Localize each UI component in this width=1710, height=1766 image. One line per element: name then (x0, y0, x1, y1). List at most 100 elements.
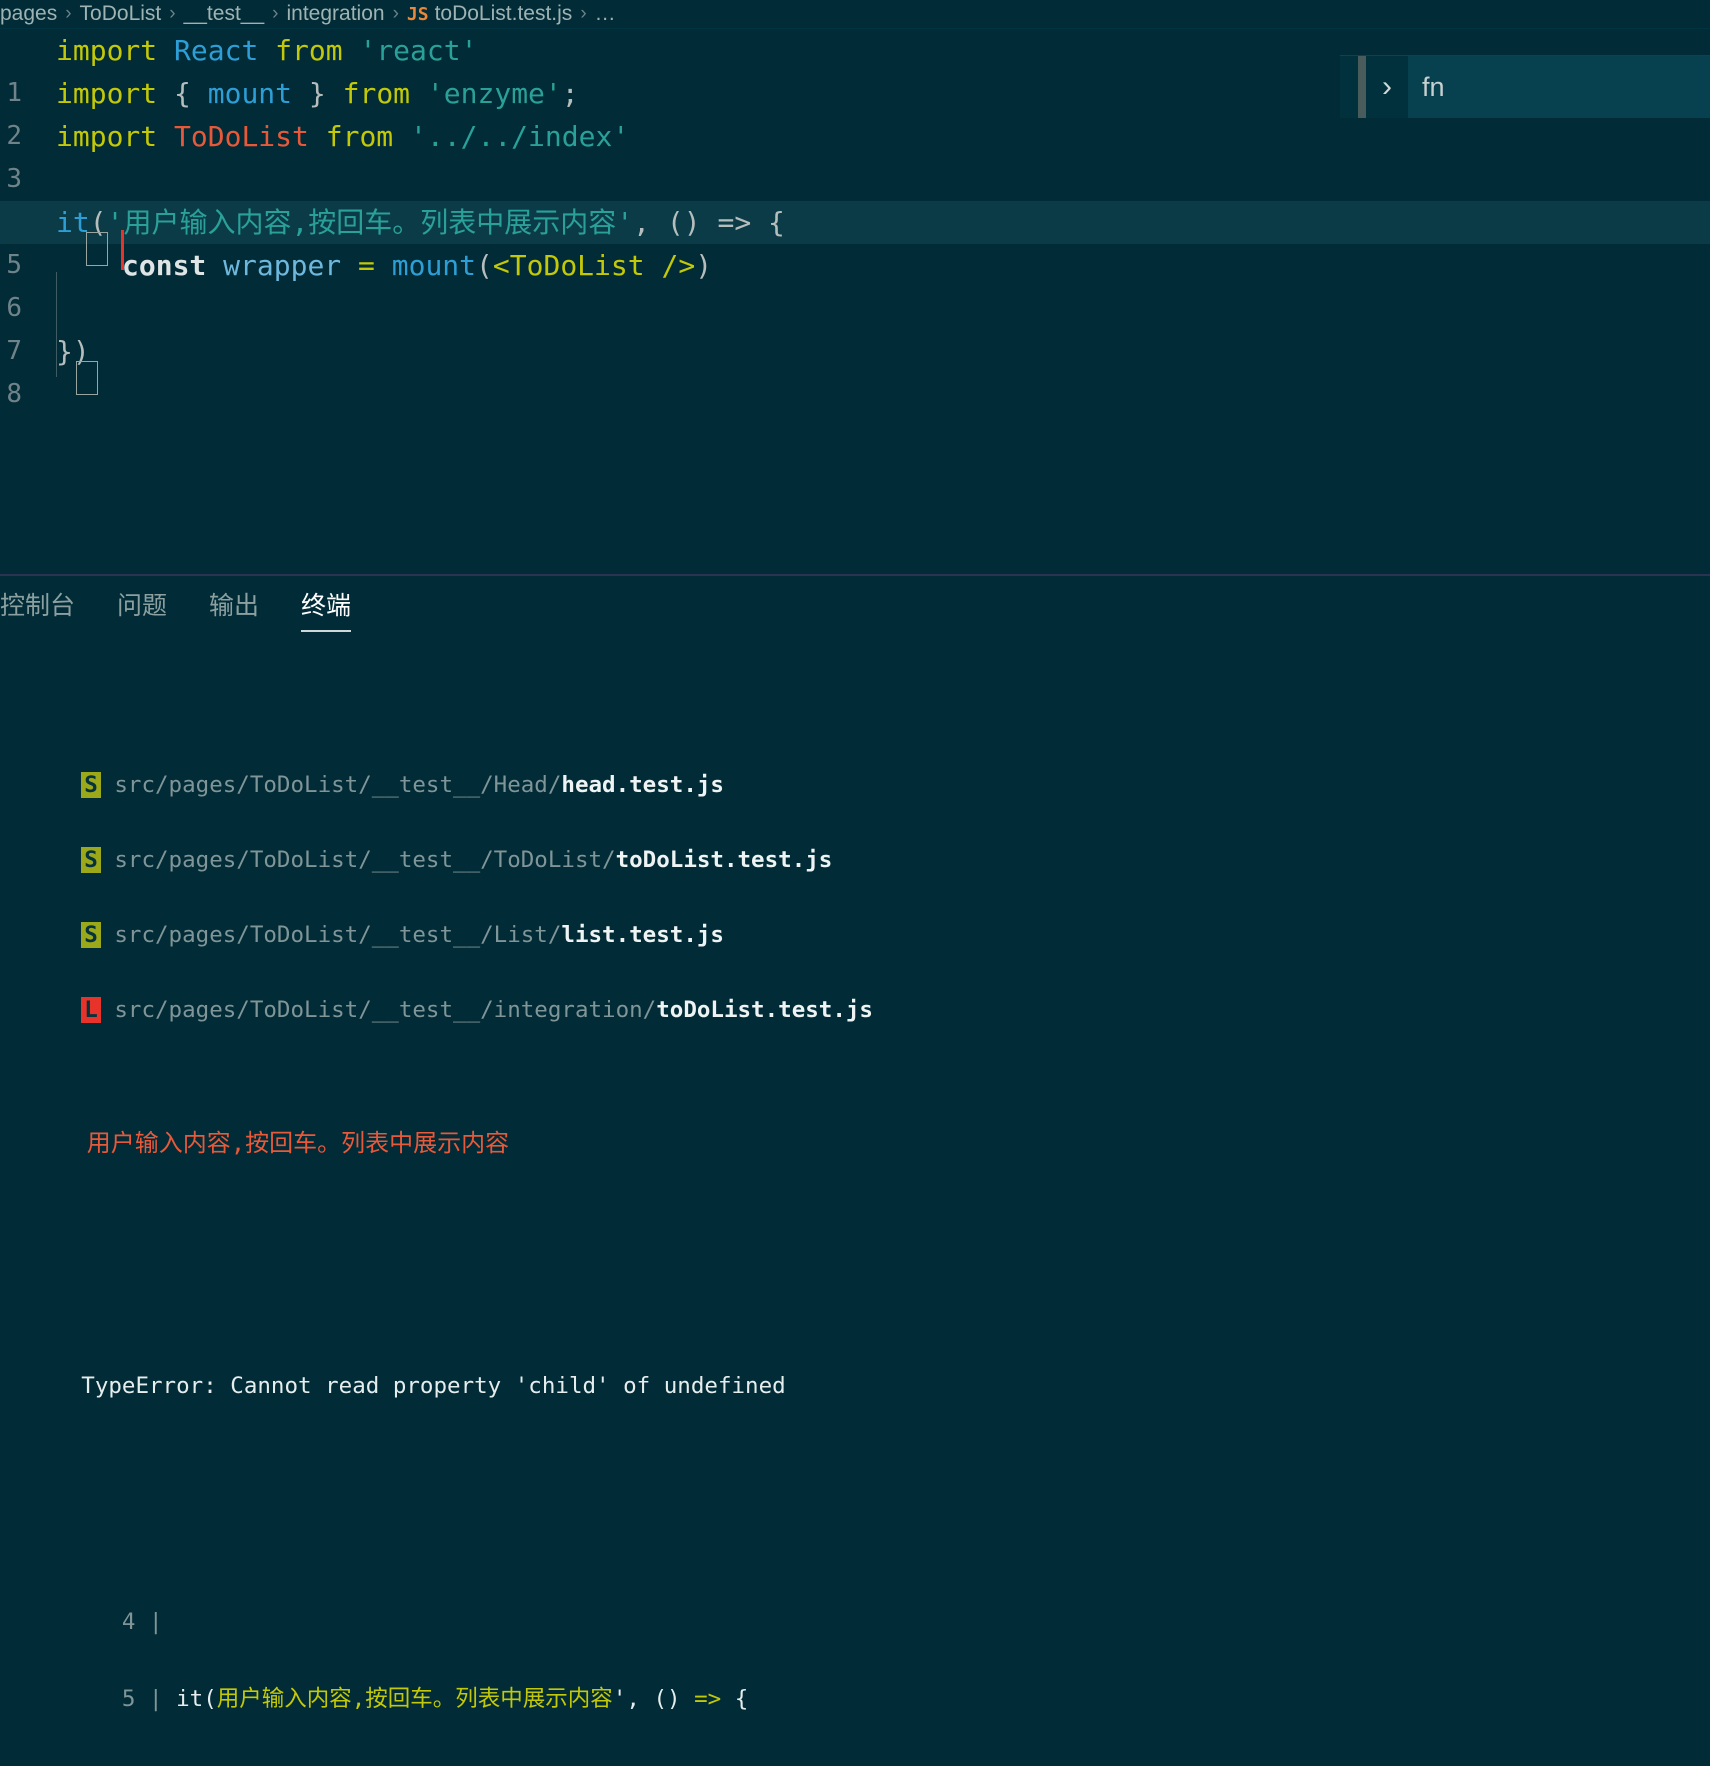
suite-file: list.test.js (561, 922, 724, 948)
token-function: it (56, 206, 90, 239)
code-frame-pipe: | (149, 1686, 163, 1712)
code-line[interactable]: 6 const wrapper = mount(<ToDoList />) (0, 244, 1710, 323)
breadcrumb-item-pages[interactable]: pages (0, 2, 57, 26)
terminal-line: S src/pages/ToDoList/__test__/List/list.… (0, 898, 1710, 948)
breadcrumb-separator-icon: › (65, 3, 72, 24)
terminal-line: S src/pages/ToDoList/__test__/Head/head.… (0, 748, 1710, 798)
code-line-active[interactable]: 5 it('用户输入内容,按回车。列表中展示内容', () => { (0, 201, 1710, 280)
token-string: '../../index' (410, 120, 630, 153)
status-badge-fail: L (81, 997, 101, 1023)
bottom-panel: 控制台 问题 输出 终端 S src/pages/ToDoList/__test… (0, 574, 1710, 1766)
line-number: 8 (6, 379, 22, 409)
panel-tab-bar[interactable]: 控制台 问题 输出 终端 (0, 576, 1710, 632)
token-function: mount (391, 249, 477, 282)
suite-path: src/pages/ToDoList/__test__/integration/ (114, 997, 657, 1023)
breadcrumb-separator-icon: › (272, 3, 279, 24)
token-punctuation: ; (561, 77, 579, 110)
token-string: 'enzyme' (426, 77, 562, 110)
status-badge-pass: S (81, 922, 101, 948)
terminal-line: TypeError: Cannot read property 'child' … (0, 1341, 1710, 1399)
code-line-content: const wrapper = mount(<ToDoList />) (122, 244, 712, 287)
token-operator: = (341, 249, 392, 282)
code-line-content: import React from 'react' (56, 29, 477, 72)
terminal-line: 4 | (0, 1582, 1710, 1635)
terminal-line: 5 | it(用户输入内容,按回车。列表中展示内容', () => { (0, 1659, 1710, 1712)
token-keyword: from (308, 120, 411, 153)
token-brace: } (56, 335, 73, 368)
breadcrumb-item-integration[interactable]: integration (286, 2, 384, 26)
code-frame-marker (81, 1686, 95, 1712)
code-frame-line-number: 4 (94, 1609, 136, 1635)
code-line[interactable]: 8 }) (0, 330, 1710, 409)
breadcrumb-item-todolist[interactable]: ToDoList (80, 2, 162, 26)
tab-problems[interactable]: 问题 (117, 586, 167, 632)
breadcrumb-separator-icon: › (169, 3, 176, 24)
token-punctuation: , () => { (633, 206, 785, 239)
inline-suggest-widget[interactable]: › fn (1340, 55, 1710, 118)
error-message: TypeError: Cannot read property 'child' … (81, 1373, 786, 1399)
token-identifier: React (174, 34, 259, 67)
code-line[interactable]: 3 import ToDoList from '../../index' (0, 115, 1710, 194)
suite-path: src/pages/ToDoList/__test__/ToDoList/ (114, 847, 616, 873)
token-keyword: import (56, 34, 175, 67)
token-quote: ' (616, 206, 634, 239)
code-frame-string: 用户输入内容,按回车。列表中展示内容 (216, 1686, 613, 1712)
suggest-widget-label[interactable]: fn (1408, 56, 1710, 118)
token-string: 用户输入内容,按回车。列表中展示内容 (123, 206, 617, 239)
token-keyword: import (56, 120, 175, 153)
token-string: 'react' (359, 34, 478, 67)
breadcrumb-item-file[interactable]: toDoList.test.js (435, 2, 573, 26)
suite-path: src/pages/ToDoList/__test__/Head/ (114, 772, 562, 798)
code-line[interactable]: 7 (0, 287, 1710, 366)
breadcrumb-separator-icon: › (580, 3, 587, 24)
code-frame-line-number: 5 (94, 1686, 136, 1712)
token-keyword: from (258, 34, 360, 67)
bracket-match-close (76, 361, 98, 395)
suite-file: toDoList.test.js (615, 847, 833, 873)
code-line-content: it('用户输入内容,按回车。列表中展示内容', () => { (56, 201, 785, 244)
token-jsx-element: <ToDoList /> (492, 249, 696, 282)
failed-test-name: 用户输入内容,按回车。列表中展示内容 (86, 1129, 510, 1157)
token-punctuation: } (292, 77, 343, 110)
token-punctuation: ( (476, 249, 493, 282)
token-keyword: from (342, 77, 427, 110)
token-punctuation: { (174, 77, 208, 110)
code-frame-pipe: | (149, 1609, 163, 1635)
terminal-line: L src/pages/ToDoList/__test__/integratio… (0, 973, 1710, 1023)
token-keyword: const (122, 249, 207, 282)
terminal-line: > 6 | const wrapper = mount(<ToDoList />… (0, 1736, 1710, 1766)
token-keyword: import (56, 77, 175, 110)
editor-scrollbar-thumb[interactable] (1358, 56, 1366, 118)
terminal-line: 用户输入内容,按回车。列表中展示内容 (0, 1098, 1710, 1157)
code-line-content: import { mount } from 'enzyme'; (56, 72, 579, 115)
status-badge-pass: S (81, 847, 101, 873)
terminal-line: S src/pages/ToDoList/__test__/ToDoList/t… (0, 823, 1710, 873)
bracket-match-open (86, 232, 108, 266)
javascript-file-icon: JS (406, 3, 429, 25)
breadcrumb-separator-icon: › (392, 3, 399, 24)
suite-file: head.test.js (561, 772, 724, 798)
token-variable: wrapper (206, 249, 342, 282)
tab-console[interactable]: 控制台 (0, 586, 75, 632)
breadcrumb[interactable]: pages › ToDoList › __test__ › integratio… (0, 0, 1710, 28)
token-identifier: mount (207, 77, 293, 110)
token-punctuation: ) (695, 249, 713, 282)
suite-file: toDoList.test.js (656, 997, 873, 1023)
breadcrumb-item-test[interactable]: __test__ (184, 2, 265, 26)
code-editor[interactable]: 1 import React from 'react' 2 import { m… (0, 28, 1710, 574)
code-frame-marker (81, 1609, 95, 1635)
token-component: ToDoList (174, 120, 309, 153)
breadcrumb-overflow[interactable]: … (595, 2, 616, 26)
suite-path: src/pages/ToDoList/__test__/List/ (114, 922, 562, 948)
tab-output[interactable]: 输出 (209, 586, 259, 632)
terminal-output[interactable]: S src/pages/ToDoList/__test__/Head/head.… (0, 632, 1710, 1766)
tab-terminal[interactable]: 终端 (301, 586, 352, 632)
chevron-right-icon[interactable]: › (1382, 70, 1392, 104)
indent-guide (56, 272, 57, 377)
status-badge-pass: S (81, 772, 101, 798)
code-line[interactable]: 4 (0, 158, 1710, 237)
code-line-content: import ToDoList from '../../index' (56, 115, 629, 158)
text-cursor (121, 230, 124, 270)
